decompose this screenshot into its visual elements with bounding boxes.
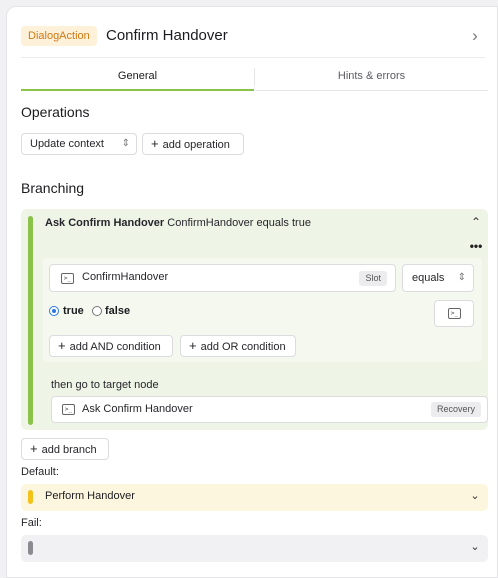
expression-toggle-button[interactable]: >_ [434, 300, 474, 327]
more-options-icon[interactable]: ••• [468, 240, 484, 252]
operations-heading: Operations [21, 104, 90, 120]
tab-bar: General Hints & errors [21, 66, 488, 91]
branch-summary: ConfirmHandover equals true [167, 217, 311, 229]
default-accent-bar [28, 490, 33, 504]
fail-accent-bar [28, 541, 33, 555]
plus-icon: + [30, 441, 38, 456]
operator-select[interactable]: equals ⇕ [402, 264, 474, 292]
plus-icon: + [58, 338, 66, 353]
terminal-icon: >_ [62, 404, 75, 415]
slot-badge: Slot [359, 271, 387, 286]
target-node-field[interactable]: >_ Ask Confirm Handover Recovery [51, 396, 488, 423]
tab-hints-errors[interactable]: Hints & errors [255, 66, 488, 91]
slot-name: ConfirmHandover [82, 271, 169, 283]
updown-chevron-icon: ⇕ [457, 272, 466, 283]
operation-select-value: Update context [30, 138, 104, 150]
plus-icon: + [189, 338, 197, 353]
default-target-row[interactable]: Perform Handover ⌄ [21, 484, 488, 511]
radio-true[interactable] [49, 306, 59, 316]
fail-target-row[interactable]: ⌄ [21, 535, 488, 562]
add-or-condition-button[interactable]: + add OR condition [180, 335, 296, 357]
default-target-name: Perform Handover [45, 490, 135, 502]
node-type-badge: DialogAction [21, 26, 97, 46]
branch-card: Ask Confirm Handover ConfirmHandover equ… [21, 209, 488, 430]
add-branch-label: add branch [41, 444, 97, 456]
branch-accent-bar [28, 216, 33, 425]
branch-header[interactable]: Ask Confirm Handover ConfirmHandover equ… [45, 215, 311, 231]
target-node-name: Ask Confirm Handover [82, 403, 193, 415]
terminal-icon: >_ [61, 273, 74, 284]
node-inspector-panel: DialogAction Confirm Handover › General … [6, 6, 498, 578]
target-node-label: then go to target node [51, 379, 159, 391]
radio-false-label[interactable]: false [105, 303, 130, 319]
chevron-down-icon[interactable]: ⌄ [468, 489, 482, 503]
fail-label: Fail: [21, 517, 42, 529]
radio-true-label[interactable]: true [63, 303, 84, 319]
slot-field[interactable]: >_ ConfirmHandover Slot [49, 264, 396, 292]
tab-general[interactable]: General [21, 66, 254, 91]
terminal-icon: >_ [448, 308, 461, 319]
condition-group: >_ ConfirmHandover Slot equals ⇕ true fa… [43, 258, 482, 362]
default-label: Default: [21, 466, 59, 478]
panel-header: DialogAction Confirm Handover › [21, 24, 485, 58]
add-branch-button[interactable]: + add branch [21, 438, 109, 460]
branching-heading: Branching [21, 180, 85, 196]
chevron-up-icon[interactable]: ⌃ [468, 214, 484, 230]
plus-icon: + [151, 136, 159, 151]
operator-value: equals [412, 272, 445, 284]
add-operation-button[interactable]: + add operation [142, 133, 244, 155]
radio-false[interactable] [92, 306, 102, 316]
branch-name: Ask Confirm Handover [45, 217, 165, 229]
add-and-condition-button[interactable]: + add AND condition [49, 335, 173, 357]
chevron-down-icon[interactable]: ⌄ [468, 540, 482, 554]
updown-chevron-icon: ⇕ [121, 138, 130, 149]
node-title: Confirm Handover [106, 27, 228, 44]
chevron-right-icon[interactable]: › [465, 26, 485, 46]
operation-select[interactable]: Update context ⇕ [21, 133, 137, 155]
add-and-condition-label: add AND condition [69, 341, 161, 353]
target-node-badge: Recovery [430, 402, 481, 417]
add-or-condition-label: add OR condition [200, 341, 286, 353]
add-operation-label: add operation [162, 139, 230, 151]
